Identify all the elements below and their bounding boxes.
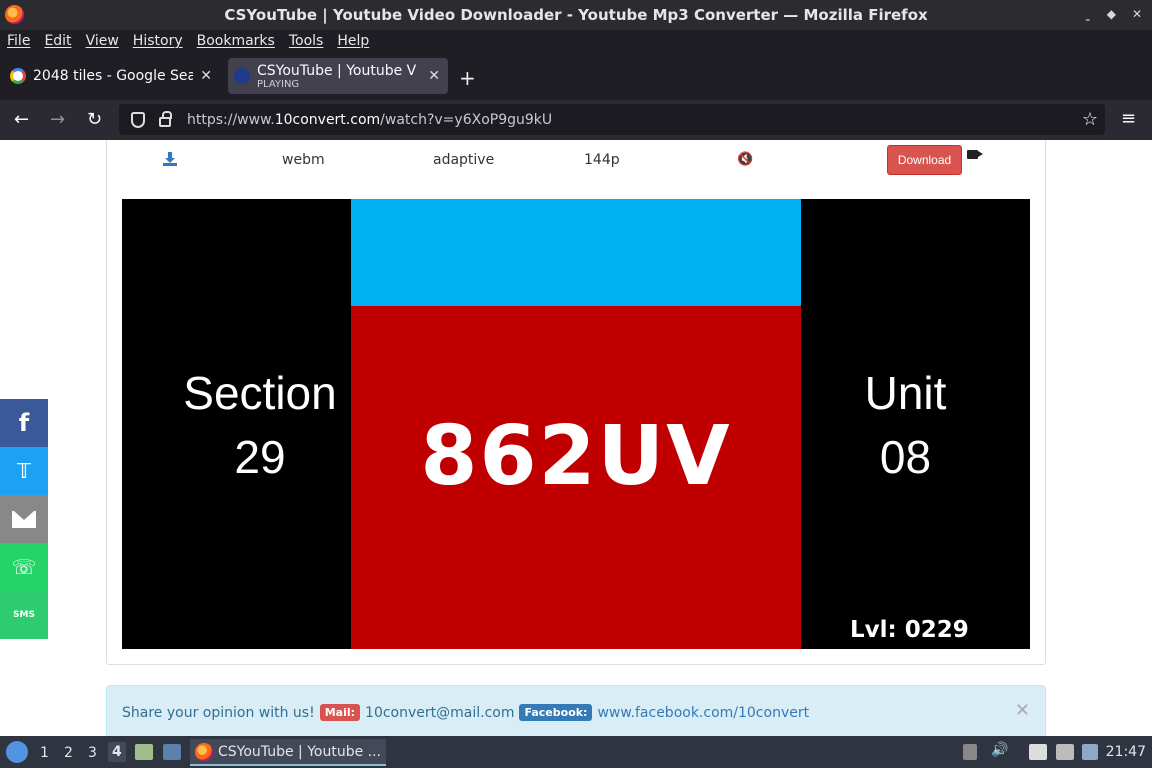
lock-icon[interactable] (159, 110, 172, 127)
workspace-1[interactable]: 1 (40, 745, 49, 761)
facebook-share-icon[interactable]: f (0, 399, 48, 447)
back-button[interactable]: ← (14, 109, 29, 130)
window-titlebar: CSYouTube | Youtube Video Downloader - Y… (0, 0, 1152, 30)
level-label: Lvl: 0229 (850, 617, 969, 643)
csyoutube-favicon-icon (234, 68, 250, 84)
taskbar-firefox-window[interactable]: CSYouTube | Youtube ... (190, 739, 386, 766)
window-controls: ˍ ◆ ✕ (1085, 7, 1142, 21)
google-favicon-icon (10, 68, 26, 84)
tab-close-icon[interactable]: ✕ (428, 68, 440, 84)
forward-button[interactable]: → (50, 109, 65, 130)
bookmark-star-icon[interactable]: ☆ (1082, 109, 1098, 130)
video-player[interactable]: Section 29 862UV Unit 08 Lvl: 0229 (122, 199, 1030, 649)
share-sidebar: f 𝕋 ☏ SMS (0, 399, 48, 639)
download-button[interactable]: Download (887, 145, 962, 175)
url-bar[interactable]: https://www.10convert.com/watch?v=y6XoP9… (119, 104, 1105, 135)
opinion-alert: Share your opinion with us! Mail: 10conv… (106, 685, 1046, 736)
menu-view[interactable]: View (86, 33, 119, 49)
section-label: Section 29 (183, 367, 337, 483)
start-menu-icon[interactable] (6, 741, 28, 763)
workspace-4[interactable]: 4 (108, 742, 126, 762)
tab-csyoutube[interactable]: CSYouTube | Youtube Video Downloader PLA… (228, 58, 448, 94)
file-manager-icon[interactable] (135, 744, 153, 760)
window-title: CSYouTube | Youtube Video Downloader - Y… (224, 6, 928, 24)
desktop-icon[interactable] (163, 744, 181, 760)
unit-label: Unit 08 (864, 367, 947, 483)
tray-up-icon[interactable] (963, 744, 977, 760)
download-icon[interactable] (163, 152, 177, 166)
menu-tools[interactable]: Tools (289, 33, 324, 49)
menu-edit[interactable]: Edit (44, 33, 71, 49)
facebook-badge: Facebook: (519, 704, 593, 721)
video-camera-icon (967, 150, 978, 159)
facebook-link[interactable]: www.facebook.com/10convert (597, 705, 809, 721)
format-row: webm adaptive 144p 🔇 Download (107, 140, 1047, 179)
url-text[interactable]: https://www.10convert.com/watch?v=y6XoP9… (187, 112, 552, 128)
format-cell: webm (282, 152, 325, 168)
menu-bookmarks[interactable]: Bookmarks (197, 33, 275, 49)
maximize-button[interactable]: ◆ (1107, 7, 1116, 21)
firefox-icon (195, 742, 213, 761)
alert-message: Share your opinion with us! (122, 704, 315, 721)
firefox-logo-icon (5, 5, 24, 24)
twitter-share-icon[interactable]: 𝕋 (0, 447, 48, 495)
email-share-icon[interactable] (0, 495, 48, 543)
tab-strip: 2048 tiles - Google Search ✕ CSYouTube |… (0, 52, 1152, 100)
quality-cell: 144p (584, 152, 620, 168)
clock: 21:47 (1105, 744, 1146, 760)
page-content: webm adaptive 144p 🔇 Download Section 29… (0, 140, 1152, 736)
app-menu-icon[interactable]: ≡ (1121, 108, 1136, 129)
menu-bar: File Edit View History Bookmarks Tools H… (0, 30, 1152, 52)
clipboard-icon[interactable] (1029, 744, 1047, 760)
tab-label: CSYouTube | Youtube Video Downloader (257, 62, 417, 79)
network-icon[interactable] (1056, 744, 1074, 760)
workspace-2[interactable]: 2 (64, 745, 73, 761)
menu-help[interactable]: Help (337, 33, 369, 49)
reload-button[interactable]: ↻ (87, 109, 102, 130)
workspace-3[interactable]: 3 (88, 745, 97, 761)
tab-google-search[interactable]: 2048 tiles - Google Search ✕ (4, 58, 220, 94)
menu-history[interactable]: History (133, 33, 183, 49)
type-cell: adaptive (433, 152, 495, 168)
minimize-button[interactable]: ˍ (1085, 7, 1091, 21)
taskbar-app-label: CSYouTube | Youtube ... (218, 743, 382, 760)
tab-label: 2048 tiles - Google Search (33, 68, 193, 84)
taskbar: 1 2 3 4 CSYouTube | Youtube ... 🔊 21:47 (0, 736, 1152, 768)
menu-file[interactable]: File (7, 33, 30, 49)
video-code-text: 862UV (351, 306, 801, 649)
muted-audio-icon: 🔇 (737, 152, 754, 167)
alert-close-icon[interactable]: ✕ (1015, 700, 1030, 721)
sms-share-icon[interactable]: SMS (0, 591, 48, 639)
nav-bar: ← → ↻ https://www.10convert.com/watch?v=… (0, 100, 1152, 140)
mail-badge: Mail: (319, 704, 361, 721)
tab-playing-status: PLAYING (257, 78, 300, 90)
mail-address: 10convert@mail.com (365, 704, 515, 721)
tab-close-icon[interactable]: ✕ (200, 68, 212, 84)
notification-icon[interactable] (1082, 744, 1098, 760)
volume-icon[interactable]: 🔊 (991, 742, 1009, 758)
whatsapp-share-icon[interactable]: ☏ (0, 543, 48, 591)
tracking-shield-icon[interactable] (131, 111, 145, 128)
video-blue-band (351, 199, 801, 306)
new-tab-button[interactable]: + (459, 66, 476, 90)
close-window-button[interactable]: ✕ (1132, 7, 1142, 21)
